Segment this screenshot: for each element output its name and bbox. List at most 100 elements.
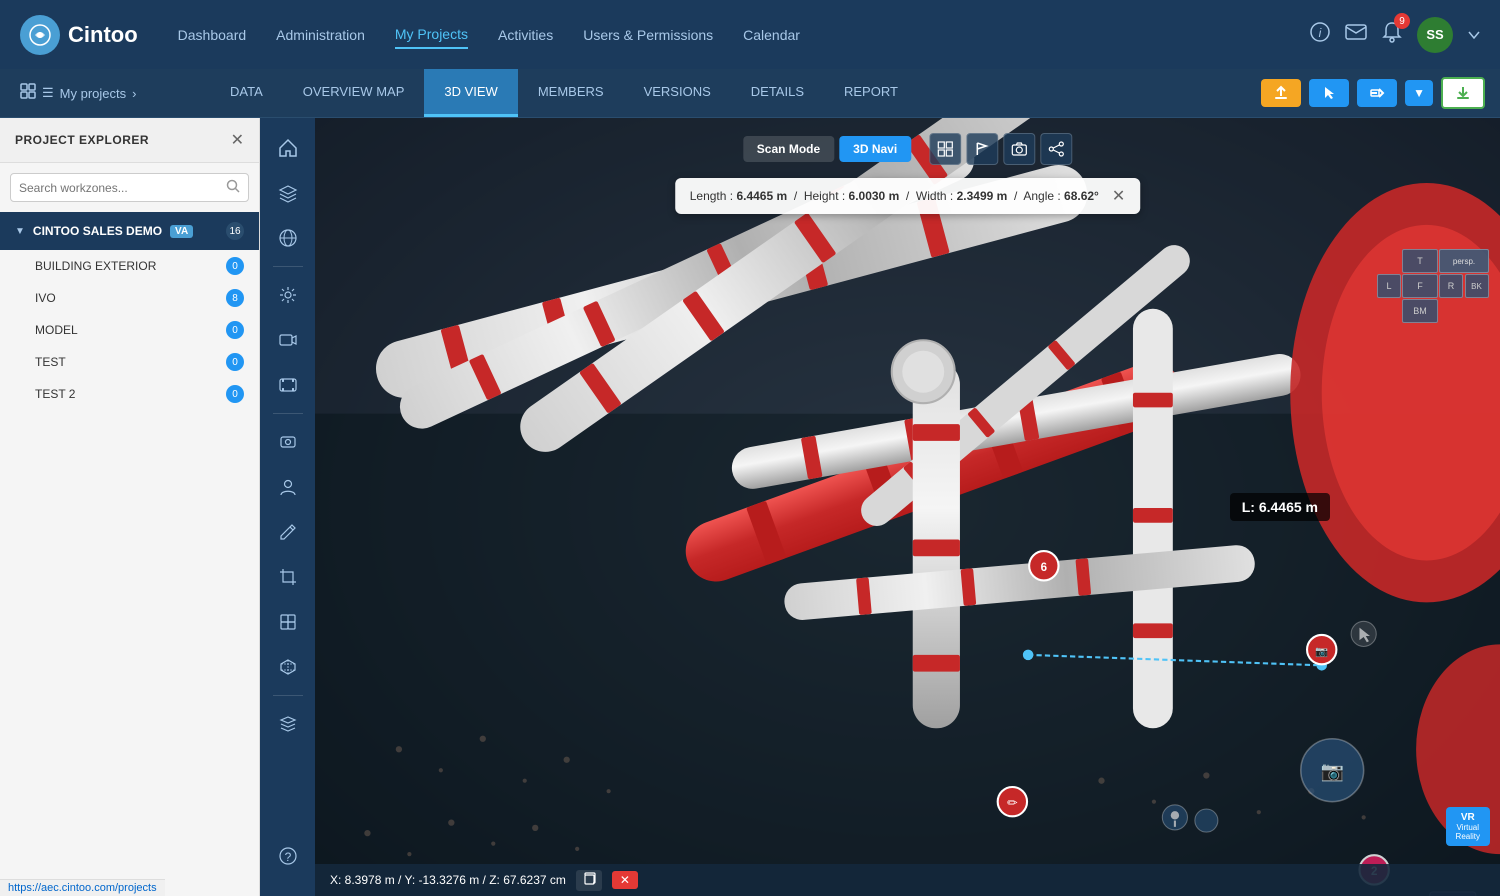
top-navigation: Cintoo Dashboard Administration My Proje…: [0, 0, 1500, 69]
app-name: Cintoo: [68, 22, 138, 48]
sub-nav-actions: ▼: [1261, 77, 1500, 109]
tab-details[interactable]: DETAILS: [731, 69, 824, 117]
settings-toolbar-button[interactable]: [268, 275, 308, 315]
3d-viewport[interactable]: 6 ✏ 📷 ✏ 2 4: [315, 118, 1500, 896]
search-input[interactable]: [19, 181, 226, 195]
share-dropdown[interactable]: ▼: [1405, 80, 1433, 106]
cube-F[interactable]: F: [1402, 274, 1438, 298]
stack-toolbar-button[interactable]: [268, 704, 308, 744]
puzzle-toolbar-button[interactable]: [268, 602, 308, 642]
sub-project-count: 0: [226, 321, 244, 339]
upload-button[interactable]: [1261, 79, 1301, 107]
cursor-button[interactable]: [1309, 79, 1349, 107]
notifications-button[interactable]: 9: [1382, 21, 1402, 48]
coord-close-button[interactable]: ✕: [612, 871, 638, 889]
scan-mode-button[interactable]: Scan Mode: [743, 136, 834, 162]
search-icon[interactable]: [226, 179, 240, 196]
svg-text:6: 6: [1041, 562, 1047, 574]
tab-report[interactable]: REPORT: [824, 69, 918, 117]
sub-project-name: TEST 2: [35, 387, 75, 401]
project-count-badge: 16: [226, 222, 244, 240]
camera-button[interactable]: [1003, 133, 1035, 165]
measurement-value: L: 6.4465 m: [1242, 499, 1318, 515]
export-button[interactable]: [1441, 77, 1485, 109]
notification-badge: 9: [1394, 13, 1410, 29]
breadcrumb: ☰ My projects ›: [20, 83, 180, 104]
film-toolbar-button[interactable]: [268, 365, 308, 405]
url-bar: https://aec.cintoo.com/projects: [0, 879, 165, 896]
svg-text:✏: ✏: [1007, 796, 1018, 810]
cube-R[interactable]: R: [1439, 274, 1463, 298]
cube-persp[interactable]: persp.: [1439, 249, 1489, 273]
layers-toolbar-button[interactable]: [268, 173, 308, 213]
info-button[interactable]: i: [1310, 22, 1330, 47]
tab-overview-map[interactable]: OVERVIEW MAP: [283, 69, 425, 117]
sidebar-header: PROJECT EXPLORER ✕: [0, 118, 259, 163]
logo-icon: [20, 15, 60, 55]
sub-project-count: 0: [226, 257, 244, 275]
toolbar-divider-1: [273, 266, 303, 267]
url-text: https://aec.cintoo.com/projects: [8, 882, 157, 894]
user-menu-arrow[interactable]: [1468, 26, 1480, 44]
sub-project-model[interactable]: MODEL 0: [0, 314, 259, 346]
nav-users-permissions[interactable]: Users & Permissions: [583, 22, 713, 48]
sub-project-ivo[interactable]: IVO 8: [0, 282, 259, 314]
sub-project-count: 0: [226, 353, 244, 371]
cube-L[interactable]: L: [1377, 274, 1401, 298]
crop-toolbar-button[interactable]: [268, 557, 308, 597]
cube-BM[interactable]: BM: [1402, 299, 1438, 323]
viewport-background: 6 ✏ 📷 ✏ 2 4: [315, 118, 1500, 896]
project-main[interactable]: ▼ CINTOO SALES DEMO VA 16: [0, 212, 259, 250]
video-toolbar-button[interactable]: [268, 320, 308, 360]
tab-members[interactable]: MEMBERS: [518, 69, 624, 117]
cube-T[interactable]: T: [1402, 249, 1438, 273]
tab-data[interactable]: DATA: [210, 69, 283, 117]
coord-text: X: 8.3978 m / Y: -13.3276 m / Z: 67.6237…: [330, 873, 566, 887]
tooltip-text: Length : 6.4465 m / Height : 6.0030 m / …: [690, 189, 1099, 203]
grid-view-button[interactable]: [929, 133, 961, 165]
sub-project-count: 0: [226, 385, 244, 403]
nav-my-projects[interactable]: My Projects: [395, 21, 468, 49]
nav-administration[interactable]: Administration: [276, 22, 365, 48]
cube-toolbar-button[interactable]: [268, 647, 308, 687]
share-vp-button[interactable]: [1040, 133, 1072, 165]
nav-activities[interactable]: Activities: [498, 22, 553, 48]
tooltip-close-button[interactable]: ✕: [1112, 186, 1125, 206]
coord-copy-button[interactable]: [576, 870, 602, 891]
pencil-toolbar-button[interactable]: [268, 512, 308, 552]
sub-project-name: IVO: [35, 291, 56, 305]
nav-calendar[interactable]: Calendar: [743, 22, 800, 48]
icon-toolbar: ?: [260, 118, 315, 896]
nav-right-actions: i 9 SS: [1310, 17, 1480, 53]
tab-versions[interactable]: VERSIONS: [624, 69, 731, 117]
viewport-toolbar: Scan Mode 3D Navi: [743, 133, 1072, 165]
tab-3d-view[interactable]: 3D VIEW: [424, 69, 517, 117]
project-va-badge: VA: [170, 225, 193, 238]
gear2-toolbar-button[interactable]: [268, 422, 308, 462]
help-toolbar-button[interactable]: ?: [268, 836, 308, 876]
globe-toolbar-button[interactable]: [268, 218, 308, 258]
3d-navi-button[interactable]: 3D Navi: [839, 136, 911, 162]
sub-project-test2[interactable]: TEST 2 0: [0, 378, 259, 410]
user-avatar[interactable]: SS: [1417, 17, 1453, 53]
flag-button[interactable]: [966, 133, 998, 165]
cube-BK[interactable]: BK: [1465, 274, 1489, 298]
grid-icon[interactable]: [20, 83, 36, 104]
sub-nav-tabs: DATA OVERVIEW MAP 3D VIEW MEMBERS VERSIO…: [210, 69, 1261, 117]
home-toolbar-button[interactable]: [268, 128, 308, 168]
person-toolbar-button[interactable]: [268, 467, 308, 507]
nav-dashboard[interactable]: Dashboard: [178, 22, 247, 48]
sub-project-building-exterior[interactable]: BUILDING EXTERIOR 0: [0, 250, 259, 282]
measurement-label-scene: L: 6.4465 m: [1230, 493, 1330, 521]
breadcrumb-label[interactable]: My projects: [60, 86, 126, 101]
sub-navigation: ☰ My projects › DATA OVERVIEW MAP 3D VIE…: [0, 69, 1500, 118]
vr-button[interactable]: VR Virtual Reality: [1446, 807, 1490, 846]
coordinates-bar: X: 8.3978 m / Y: -13.3276 m / Z: 67.6237…: [315, 864, 1500, 896]
close-icon[interactable]: ✕: [231, 130, 244, 150]
project-main-left: ▼ CINTOO SALES DEMO VA: [15, 224, 193, 238]
share-button[interactable]: [1357, 79, 1397, 107]
mail-button[interactable]: [1345, 24, 1367, 45]
sub-project-test[interactable]: TEST 0: [0, 346, 259, 378]
logo[interactable]: Cintoo: [20, 15, 138, 55]
sub-project-name: TEST: [35, 355, 66, 369]
